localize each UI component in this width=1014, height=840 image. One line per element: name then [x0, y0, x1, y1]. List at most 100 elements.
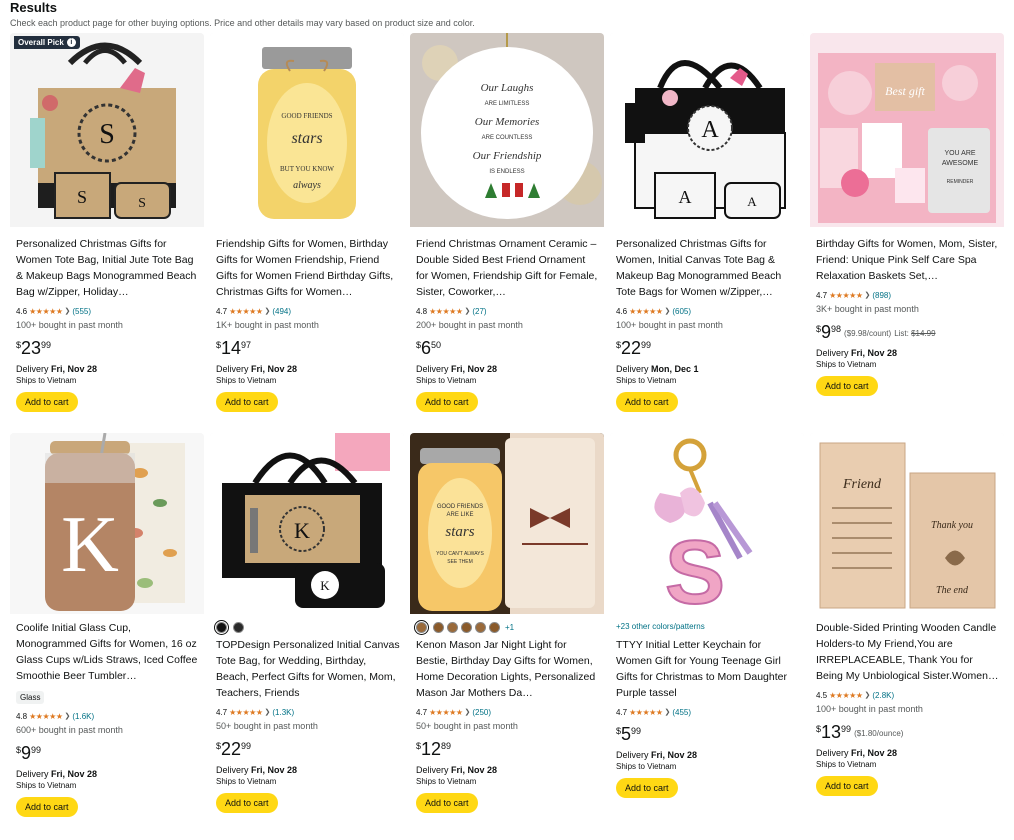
chevron-down-icon[interactable]: ❯ — [64, 307, 70, 315]
rating-row[interactable]: 4.7 ★★★★★ ❯ (1.3K) — [216, 706, 400, 718]
product-image[interactable]: K K — [210, 433, 404, 614]
add-to-cart-button[interactable]: Add to cart — [416, 793, 478, 813]
add-to-cart-button[interactable]: Add to cart — [616, 392, 678, 412]
product-title[interactable]: Friendship Gifts for Women, Birthday Gif… — [216, 236, 400, 300]
add-to-cart-button[interactable]: Add to cart — [616, 778, 678, 798]
product-title[interactable]: Personalized Christmas Gifts for Women T… — [16, 236, 200, 300]
rating-row[interactable]: 4.8 ★★★★★ ❯ (1.6K) — [16, 710, 200, 722]
product-card[interactable]: Our Laughs ARE LIMITLESS Our Memories AR… — [410, 33, 604, 425]
price[interactable]: $ 6 50 — [416, 339, 600, 357]
product-image[interactable]: Best gift YOU ARE AWESOME REMINDER — [810, 33, 1004, 227]
price[interactable]: $ 13 99 ($1.80/ounce) — [816, 723, 1000, 741]
add-to-cart-button[interactable]: Add to cart — [816, 376, 878, 396]
chevron-down-icon[interactable]: ❯ — [264, 307, 270, 315]
variant-chip[interactable]: Glass — [16, 691, 45, 704]
info-icon[interactable]: i — [66, 38, 76, 47]
other-colors-link[interactable]: +23 other colors/patterns — [616, 620, 800, 634]
price[interactable]: $ 23 99 — [16, 339, 200, 357]
product-card[interactable]: Best gift YOU ARE AWESOME REMINDER Birth… — [810, 33, 1004, 425]
product-image[interactable]: GOOD FRIENDS stars BUT YOU KNOW always — [210, 33, 404, 227]
more-colors-link[interactable]: +1 — [505, 623, 514, 632]
rating-row[interactable]: 4.8 ★★★★★ ❯ (27) — [416, 305, 600, 317]
product-title[interactable]: TTYY Initial Letter Keychain for Women G… — [616, 637, 800, 701]
review-count[interactable]: (898) — [872, 291, 891, 300]
review-count[interactable]: (555) — [72, 307, 91, 316]
price[interactable]: $ 22 99 — [616, 339, 800, 357]
review-count[interactable]: (1.3K) — [272, 708, 294, 717]
review-count[interactable]: (2.8K) — [872, 691, 894, 700]
color-swatch[interactable] — [216, 621, 227, 633]
product-title[interactable]: Personalized Christmas Gifts for Women, … — [616, 236, 800, 300]
rating-row[interactable]: 4.5 ★★★★★ ❯ (2.8K) — [816, 689, 1000, 701]
product-title[interactable]: Double-Sided Printing Wooden Candle Hold… — [816, 620, 1000, 684]
color-swatch[interactable] — [447, 621, 458, 633]
delivery-info: Delivery Fri, Nov 28 — [616, 749, 800, 761]
product-card[interactable]: Friend Thank you The end Double-Sided Pr… — [810, 433, 1004, 833]
results-header: Results Check each product page for othe… — [10, 0, 475, 28]
review-count[interactable]: (494) — [272, 307, 291, 316]
price[interactable]: $ 9 98 ($9.98/count) List: $14.99 — [816, 323, 1000, 341]
add-to-cart-button[interactable]: Add to cart — [16, 797, 78, 817]
price[interactable]: $ 22 99 — [216, 740, 400, 758]
add-to-cart-button[interactable]: Add to cart — [416, 392, 478, 412]
product-card[interactable]: GOOD FRIENDS stars BUT YOU KNOW always F… — [210, 33, 404, 425]
rating-value: 4.7 — [816, 290, 828, 300]
product-card[interactable]: A A A Personalized Christmas Gifts for W… — [610, 33, 804, 425]
review-count[interactable]: (1.6K) — [72, 712, 94, 721]
color-swatch[interactable] — [475, 621, 486, 633]
review-count[interactable]: (455) — [672, 708, 691, 717]
product-image[interactable]: S — [610, 433, 804, 614]
product-title[interactable]: TOPDesign Personalized Initial Canvas To… — [216, 637, 400, 701]
color-swatch[interactable] — [233, 621, 244, 633]
product-card[interactable]: S +23 other colors/patterns TTYY Initial… — [610, 433, 804, 833]
product-title[interactable]: Birthday Gifts for Women, Mom, Sister, F… — [816, 236, 1000, 284]
product-card[interactable]: S S S Overall Pick i Personalized Christ… — [10, 33, 204, 425]
product-image[interactable]: GOOD FRIENDS ARE LIKE stars YOU CAN'T AL… — [410, 433, 604, 614]
rating-row[interactable]: 4.7 ★★★★★ ❯ (898) — [816, 289, 1000, 301]
price[interactable]: $ 12 89 — [416, 740, 600, 758]
rating-row[interactable]: 4.6 ★★★★★ ❯ (555) — [16, 305, 200, 317]
color-swatch[interactable] — [416, 621, 427, 633]
price[interactable]: $ 9 99 — [16, 744, 200, 762]
product-image[interactable]: K — [10, 433, 204, 614]
price[interactable]: $ 5 99 — [616, 725, 800, 743]
chevron-down-icon[interactable]: ❯ — [664, 307, 670, 315]
chevron-down-icon[interactable]: ❯ — [864, 291, 870, 299]
rating-row[interactable]: 4.7 ★★★★★ ❯ (494) — [216, 305, 400, 317]
rating-row[interactable]: 4.7 ★★★★★ ❯ (250) — [416, 706, 600, 718]
bought-count: 100+ bought in past month — [16, 320, 123, 330]
product-image[interactable]: Friend Thank you The end — [810, 433, 1004, 614]
product-image[interactable]: S S S — [10, 33, 204, 227]
add-to-cart-button[interactable]: Add to cart — [216, 392, 278, 412]
review-count[interactable]: (605) — [672, 307, 691, 316]
product-card[interactable]: K K TOPDesign Personalized Initial Canva… — [210, 433, 404, 833]
product-card[interactable]: GOOD FRIENDS ARE LIKE stars YOU CAN'T AL… — [410, 433, 604, 833]
add-to-cart-button[interactable]: Add to cart — [16, 392, 78, 412]
price[interactable]: $ 14 97 — [216, 339, 400, 357]
chevron-down-icon[interactable]: ❯ — [664, 708, 670, 716]
price-fraction: 99 — [241, 741, 252, 751]
product-image[interactable]: Our Laughs ARE LIMITLESS Our Memories AR… — [410, 33, 604, 227]
review-count[interactable]: (250) — [472, 708, 491, 717]
chevron-down-icon[interactable]: ❯ — [864, 691, 870, 699]
add-to-cart-button[interactable]: Add to cart — [216, 793, 278, 813]
color-swatch[interactable] — [461, 621, 472, 633]
product-image[interactable]: A A A — [610, 33, 804, 227]
product-title[interactable]: Friend Christmas Ornament Ceramic – Doub… — [416, 236, 600, 300]
rating-row[interactable]: 4.6 ★★★★★ ❯ (605) — [616, 305, 800, 317]
product-title[interactable]: Kenon Mason Jar Night Light for Bestie, … — [416, 637, 600, 701]
chevron-down-icon[interactable]: ❯ — [464, 307, 470, 315]
chevron-down-icon[interactable]: ❯ — [264, 708, 270, 716]
product-title[interactable]: Coolife Initial Glass Cup, Monogrammed G… — [16, 620, 200, 684]
svg-text:BUT YOU KNOW: BUT YOU KNOW — [280, 165, 334, 173]
rating-row[interactable]: 4.7 ★★★★★ ❯ (455) — [616, 706, 800, 718]
ships-to: Ships to Vietnam — [816, 360, 877, 369]
color-swatch[interactable] — [489, 621, 500, 633]
add-to-cart-button[interactable]: Add to cart — [816, 776, 878, 796]
review-count[interactable]: (27) — [472, 307, 486, 316]
product-card[interactable]: K Coolife Initial Glass Cup, Monogrammed… — [10, 433, 204, 833]
chevron-down-icon[interactable]: ❯ — [64, 712, 70, 720]
price-whole: 13 — [821, 722, 842, 742]
color-swatch[interactable] — [433, 621, 444, 633]
chevron-down-icon[interactable]: ❯ — [464, 708, 470, 716]
